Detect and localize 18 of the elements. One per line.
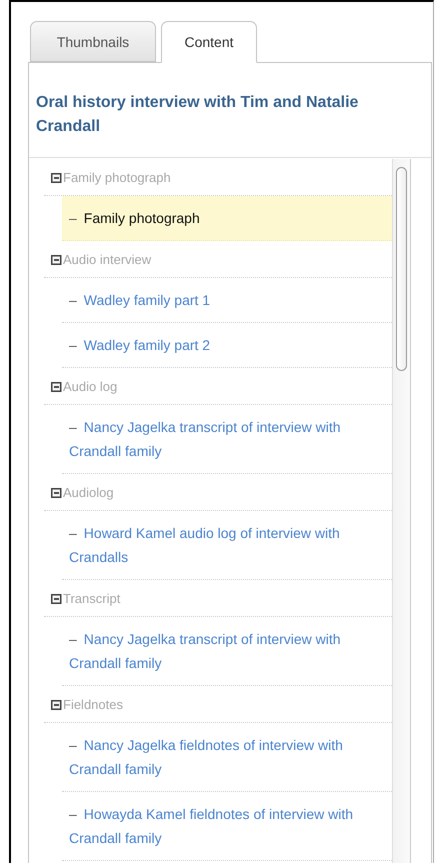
minus-box-icon[interactable] [51, 172, 62, 182]
group-label: Fieldnotes [63, 696, 123, 712]
minus-box-icon[interactable] [51, 486, 62, 498]
scrollbar-thumb[interactable] [396, 167, 407, 371]
tab[interactable]: Thumbnails [30, 21, 156, 62]
group-label: Audiolog [63, 484, 114, 500]
group-label: Transcript [63, 590, 120, 606]
group-label: Audio log [63, 378, 118, 394]
group-label: Audio interview [63, 252, 152, 266]
minus-box-icon[interactable] [51, 592, 62, 604]
group-label: Family photograph [63, 170, 171, 184]
panel-title: Oral history interview with Tim and Natalie Crandall [35, 93, 360, 137]
minus-box-icon[interactable] [51, 380, 62, 392]
scrollbar[interactable] [392, 159, 411, 863]
minus-box-icon[interactable] [51, 698, 62, 710]
tree-item[interactable]: – Family photograph [62, 196, 392, 241]
minus-box-icon[interactable] [51, 254, 62, 264]
tab[interactable]: Content [161, 21, 257, 63]
